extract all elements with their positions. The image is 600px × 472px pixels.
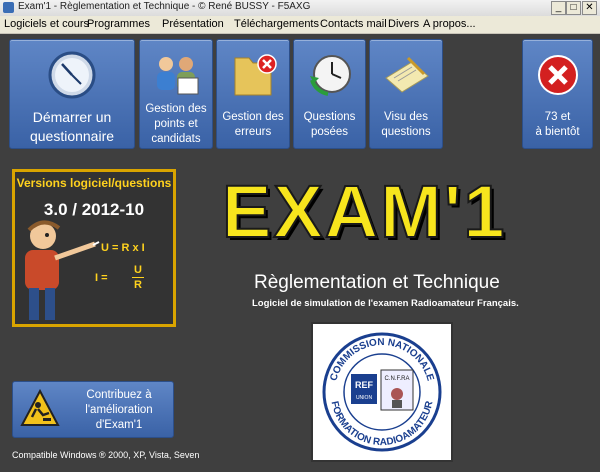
fraction-bar <box>132 277 144 278</box>
tile-label: Gestion des <box>145 103 207 115</box>
board-title: Versions logiciel/questions <box>16 176 172 190</box>
history-clock-icon <box>309 55 351 96</box>
menu-apropos[interactable]: A propos... <box>423 18 476 30</box>
ref-text: REF <box>355 380 374 390</box>
contribute-button[interactable]: Contribuez à l'amélioration d'Exam'1 <box>12 381 174 438</box>
formula-fraction: U R <box>132 264 144 291</box>
app-icon <box>3 2 14 13</box>
quit-button[interactable]: 73 et à bientôt <box>522 39 593 149</box>
start-quiz-button[interactable]: Démarrer un questionnaire <box>9 39 135 149</box>
people-icon <box>157 57 199 95</box>
minimize-button[interactable]: _ <box>551 1 566 15</box>
window-title: Exam'1 - Règlementation et Technique - ©… <box>18 1 311 12</box>
menu-divers[interactable]: Divers <box>388 18 419 30</box>
contribute-label-3: d'Exam'1 <box>95 419 143 431</box>
tile-label: à bientôt <box>535 126 580 138</box>
maximize-button[interactable]: □ <box>566 1 581 15</box>
contribute-label-1: Contribuez à <box>86 389 152 401</box>
tile-label: erreurs <box>234 126 272 138</box>
menu-telechargements[interactable]: Téléchargements <box>234 18 319 30</box>
tile-label: Gestion des <box>222 111 284 123</box>
formula-denominator: R <box>134 279 142 291</box>
tile-label: points et <box>154 118 198 130</box>
subtitle: Règlementation et Technique <box>254 272 500 293</box>
formula-numerator: U <box>134 264 142 276</box>
tile-label: Démarrer un <box>32 109 112 125</box>
menu-presentation[interactable]: Présentation <box>162 18 224 30</box>
tile-label: posées <box>310 126 349 138</box>
tile-label: Visu des <box>384 111 428 123</box>
clock-icon <box>48 51 96 99</box>
contribute-label-2: l'amélioration <box>85 404 153 416</box>
close-button[interactable]: ✕ <box>582 1 597 15</box>
questions-asked-button[interactable]: Questions posées <box>293 39 366 149</box>
tile-label: questionnaire <box>29 128 115 144</box>
tile-label: candidats <box>151 133 201 145</box>
close-icon <box>537 55 578 95</box>
tile-label: 73 et <box>544 111 571 123</box>
cnfra-abbr-text: C.N.F.RA <box>384 376 409 382</box>
exam1-logo: EXAM'1 <box>221 169 507 254</box>
ref-union-text: UNION <box>356 395 373 401</box>
teacher-illustration <box>25 220 100 320</box>
main-content: Démarrer un questionnaire Gestion des po… <box>0 34 600 472</box>
menu-programmes[interactable]: Programmes <box>87 18 150 30</box>
version-board: Versions logiciel/questions 3.0 / 2012-1… <box>12 169 176 327</box>
title-bar: Exam'1 - Règlementation et Technique - ©… <box>0 0 600 17</box>
compatibility-note: Compatible Windows ® 2000, XP, Vista, Se… <box>12 450 200 460</box>
menu-contacts[interactable]: Contacts mail <box>320 18 387 30</box>
cnfra-logo: COMMISSION NATIONALE FORMATION RADIOAMAT… <box>311 322 453 462</box>
cnfra-emblem: COMMISSION NATIONALE FORMATION RADIOAMAT… <box>322 332 442 452</box>
tagline: Logiciel de simulation de l'examen Radio… <box>252 298 519 309</box>
tile-label: questions <box>381 126 431 138</box>
menu-logiciels[interactable]: Logiciels et cours <box>4 18 89 30</box>
manage-points-button[interactable]: Gestion des points et candidats <box>139 39 213 149</box>
manage-errors-button[interactable]: Gestion des erreurs <box>216 39 290 149</box>
notepad-icon <box>385 56 429 93</box>
formula-ohm: U = R x I <box>101 242 145 254</box>
folder-error-icon <box>234 54 277 96</box>
view-questions-button[interactable]: Visu des questions <box>369 39 443 149</box>
tile-label: Questions <box>303 111 356 123</box>
roadwork-icon <box>20 388 60 426</box>
app-window: Exam'1 - Règlementation et Technique - ©… <box>0 0 600 472</box>
menu-bar: Logiciels et cours Programmes Présentati… <box>0 16 600 34</box>
